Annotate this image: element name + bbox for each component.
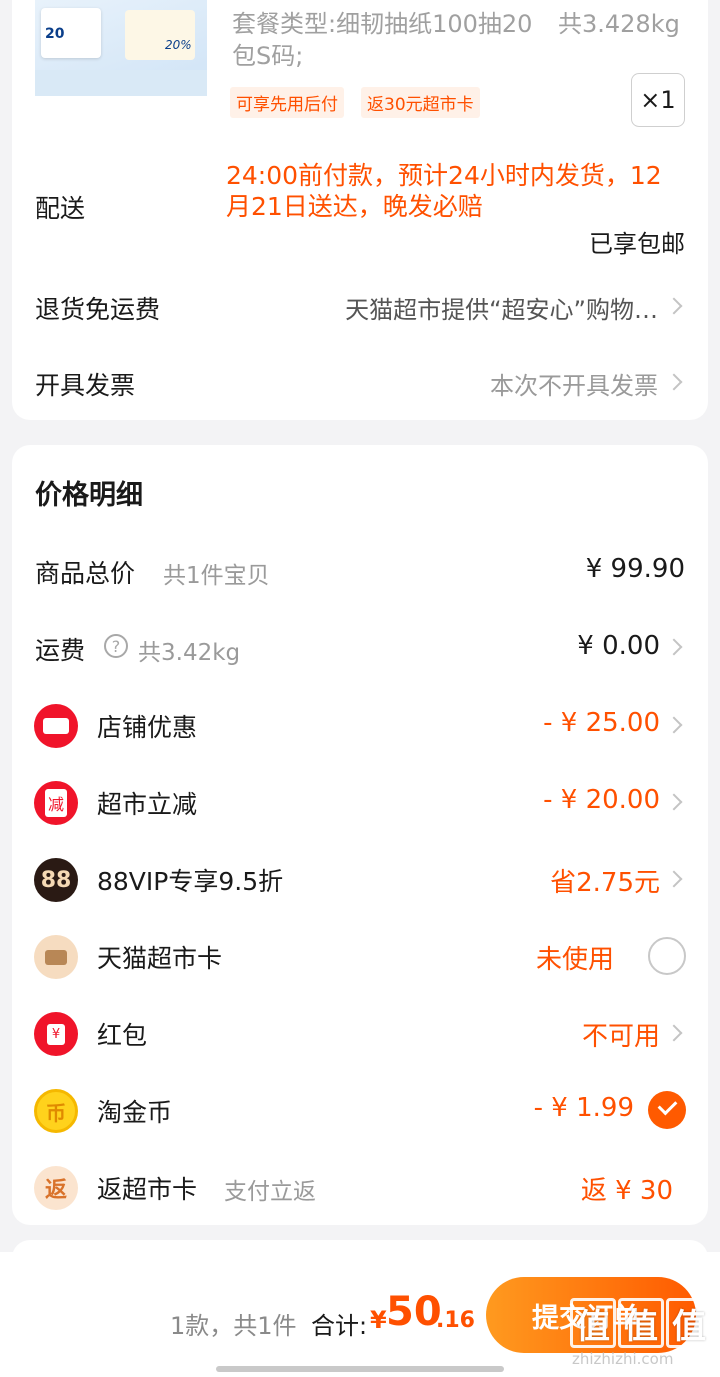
home-indicator bbox=[216, 1366, 504, 1372]
rebate-card-row: 返 返超市卡 支付立返 返 ¥ 30 bbox=[12, 1162, 708, 1216]
rebate-tag: 返30元超市卡 bbox=[361, 87, 480, 118]
rebate-icon-glyph: 返 bbox=[44, 1178, 67, 1203]
vip88-value: 省2.75元 bbox=[550, 868, 660, 898]
invoice-row[interactable]: 开具发票 本次不开具发票 bbox=[12, 356, 708, 412]
chevron-right-icon bbox=[665, 297, 683, 315]
reduce-icon: 减 bbox=[34, 781, 78, 825]
total-amount: 50 bbox=[386, 1289, 442, 1335]
product-desc-cont: 包S码; bbox=[232, 42, 304, 70]
rebate-card-label: 返超市卡 bbox=[97, 1175, 198, 1204]
delivery-promise-cont: 月21日送达，晚发必赔 bbox=[226, 192, 483, 221]
quantity-button[interactable]: ×1 bbox=[631, 73, 685, 127]
market-reduce-value: - ¥ 20.00 bbox=[543, 785, 660, 815]
shipping-value: ¥ 0.00 bbox=[577, 631, 660, 661]
red-packet-icon-glyph: ¥ bbox=[46, 1023, 66, 1045]
coin-icon-glyph: 币 bbox=[46, 1100, 66, 1125]
pay-later-tag: 可享先用后付 bbox=[230, 87, 344, 118]
rebate-card-value: 返 ¥ 30 bbox=[580, 1176, 673, 1206]
invoice-value: 本次不开具发票 bbox=[490, 372, 658, 400]
ticket-icon bbox=[34, 704, 78, 748]
chevron-right-icon bbox=[665, 638, 683, 656]
rebate-icon: 返 bbox=[34, 1166, 78, 1210]
total-currency: ¥ bbox=[370, 1306, 387, 1334]
coin-icon: 币 bbox=[34, 1089, 78, 1133]
return-shipping-value: 天猫超市提供“超安心”购物… bbox=[345, 296, 658, 324]
store-discount-row[interactable]: 店铺优惠 - ¥ 25.00 bbox=[12, 700, 708, 754]
product-weight: 共3.428kg bbox=[558, 10, 680, 38]
product-image-badge: 20% bbox=[165, 38, 192, 52]
chevron-right-icon bbox=[665, 1024, 683, 1042]
invoice-label: 开具发票 bbox=[35, 371, 136, 400]
store-discount-value: - ¥ 25.00 bbox=[543, 708, 660, 738]
market-reduce-row[interactable]: 减 超市立减 - ¥ 20.00 bbox=[12, 777, 708, 831]
shipping-sub: 共3.42kg bbox=[138, 640, 241, 666]
goods-total-value: ¥ 99.90 bbox=[585, 554, 685, 584]
help-icon-glyph: ? bbox=[111, 636, 121, 656]
taojinbi-checkbox[interactable] bbox=[648, 1091, 686, 1129]
return-shipping-label: 退货免运费 bbox=[35, 295, 161, 324]
chevron-right-icon bbox=[665, 793, 683, 811]
watermark-char: 值 bbox=[666, 1298, 712, 1348]
shipping-label: 运费 bbox=[35, 636, 86, 665]
total-decimal: .16 bbox=[436, 1308, 475, 1333]
item-count: 1款，共1件 bbox=[170, 1312, 297, 1340]
chevron-right-icon bbox=[665, 870, 683, 888]
goods-total-sub: 共1件宝贝 bbox=[163, 563, 270, 589]
watermark-char: 值 bbox=[618, 1298, 664, 1348]
product-desc: 套餐类型:细韧抽纸100抽20 bbox=[232, 10, 533, 38]
red-packet-row[interactable]: ¥ 红包 不可用 bbox=[12, 1008, 708, 1062]
card-icon bbox=[34, 935, 78, 979]
red-packet-label: 红包 bbox=[97, 1021, 148, 1050]
watermark-logo: 值 值 值 bbox=[570, 1298, 712, 1348]
store-discount-label: 店铺优惠 bbox=[97, 713, 198, 742]
market-reduce-label: 超市立减 bbox=[97, 790, 198, 819]
vip88-row[interactable]: 88 88VIP专享9.5折 省2.75元 bbox=[12, 854, 708, 908]
product-image[interactable]: 20 20% bbox=[35, 0, 207, 96]
red-packet-value: 不可用 bbox=[581, 1022, 660, 1052]
vip88-icon-glyph: 88 bbox=[40, 867, 72, 893]
price-detail-title: 价格明细 bbox=[35, 480, 143, 511]
check-icon bbox=[657, 1095, 678, 1116]
market-card-row[interactable]: 天猫超市卡 未使用 bbox=[12, 931, 708, 985]
goods-total-label: 商品总价 bbox=[35, 559, 136, 588]
reduce-icon-glyph: 减 bbox=[44, 789, 67, 817]
taojinbi-row[interactable]: 币 淘金币 - ¥ 1.99 bbox=[12, 1085, 708, 1139]
product-image-label: 20 bbox=[45, 26, 65, 42]
help-icon[interactable]: ? bbox=[104, 634, 128, 658]
watermark-char: 值 bbox=[570, 1298, 616, 1348]
rebate-card-sub: 支付立返 bbox=[224, 1179, 316, 1205]
vip88-label: 88VIP专享9.5折 bbox=[97, 867, 284, 896]
market-card-label: 天猫超市卡 bbox=[97, 944, 223, 973]
watermark-domain: zhizhizhi.com bbox=[572, 1350, 674, 1368]
total-label: 合计: bbox=[311, 1312, 368, 1340]
quantity-label: ×1 bbox=[640, 86, 676, 114]
shipping-row[interactable]: 运费 ? 共3.42kg ¥ 0.00 bbox=[12, 625, 708, 675]
taojinbi-value: - ¥ 1.99 bbox=[533, 1093, 634, 1123]
vip88-icon: 88 bbox=[34, 858, 78, 902]
delivery-label: 配送 bbox=[35, 194, 86, 223]
chevron-right-icon bbox=[665, 716, 683, 734]
taojinbi-label: 淘金币 bbox=[97, 1098, 173, 1127]
market-card-value: 未使用 bbox=[535, 945, 614, 975]
red-packet-icon: ¥ bbox=[34, 1012, 78, 1056]
market-card-radio[interactable] bbox=[648, 937, 686, 975]
free-shipping-label: 已享包邮 bbox=[589, 230, 685, 258]
return-shipping-row[interactable]: 退货免运费 天猫超市提供“超安心”购物… bbox=[12, 280, 708, 336]
chevron-right-icon bbox=[665, 373, 683, 391]
